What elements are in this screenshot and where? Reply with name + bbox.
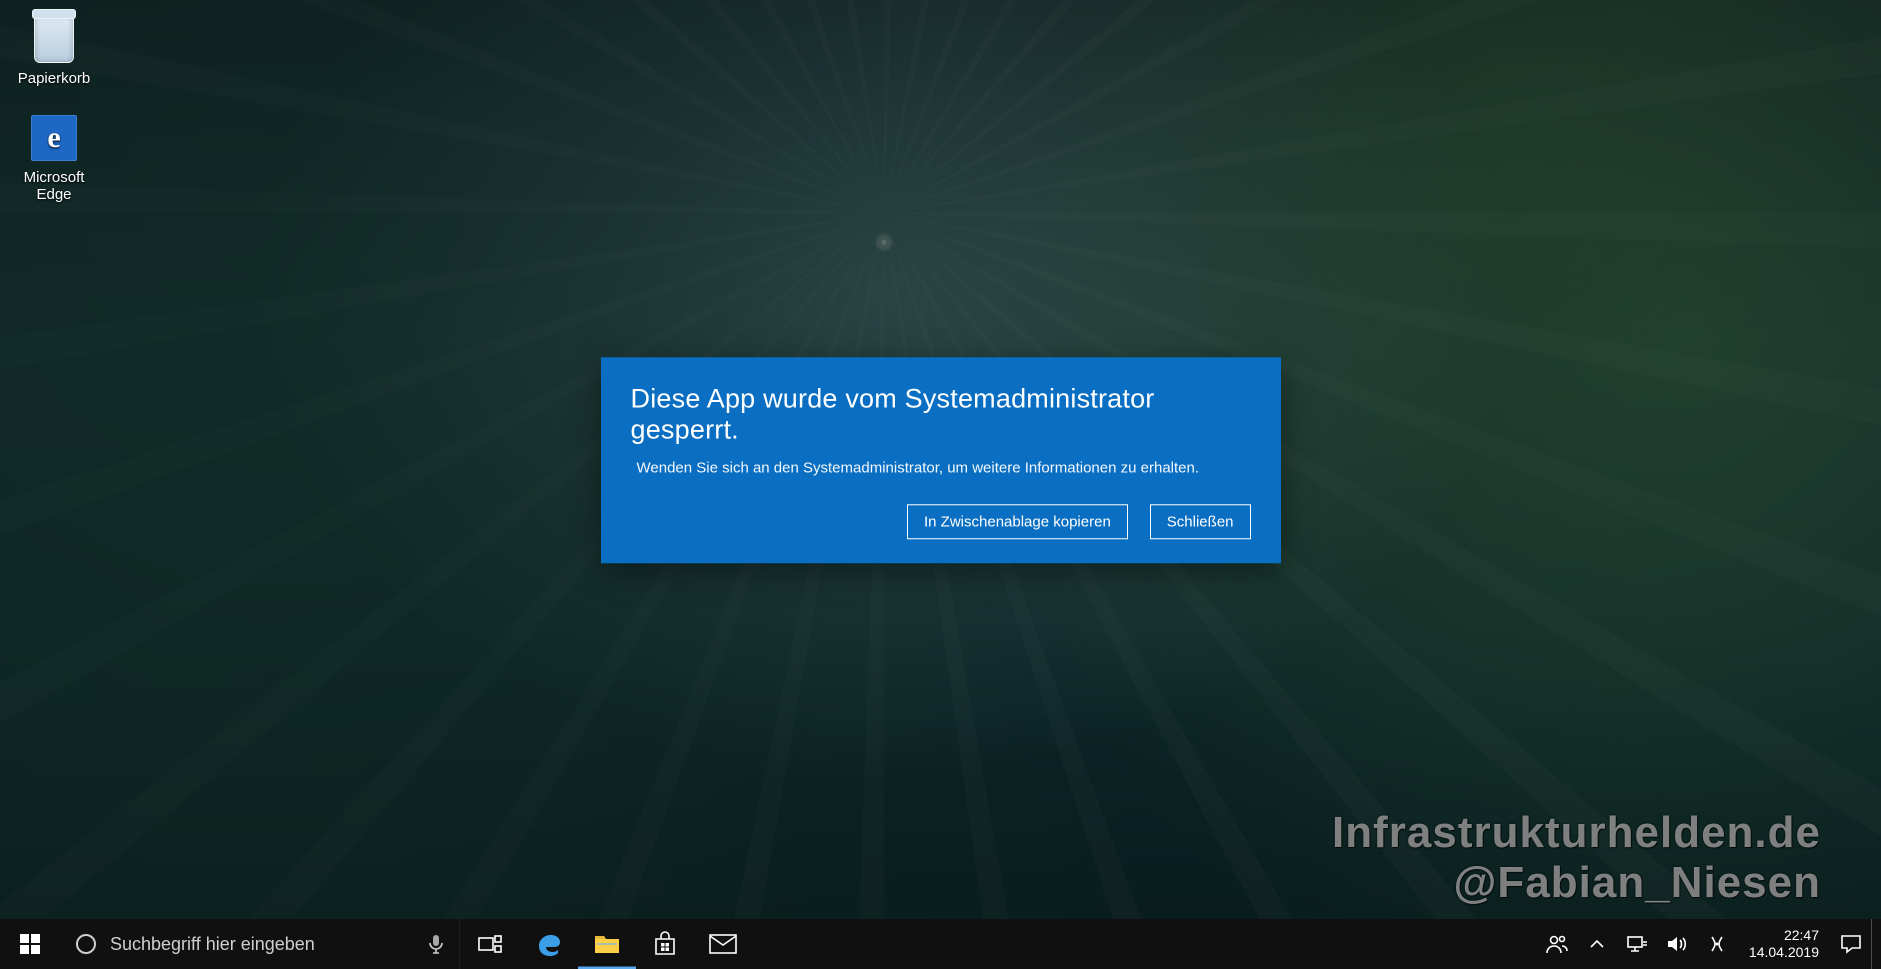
- notification-icon: [1840, 934, 1862, 954]
- tray-people[interactable]: [1537, 919, 1577, 969]
- taskbar-app-mail[interactable]: [694, 919, 752, 969]
- action-center-button[interactable]: [1831, 919, 1871, 969]
- taskbar: Suchbegriff hier eingeben: [0, 919, 1881, 969]
- clock-date: 14.04.2019: [1749, 944, 1819, 962]
- dialog-message: Wenden Sie sich an den Systemadministrat…: [631, 459, 1251, 476]
- clock-time: 22:47: [1784, 927, 1819, 945]
- show-desktop-button[interactable]: [1871, 919, 1881, 969]
- tray-volume[interactable]: [1657, 919, 1697, 969]
- tray-network[interactable]: [1617, 919, 1657, 969]
- folder-icon: [593, 932, 621, 956]
- accessibility-icon: [1706, 934, 1728, 954]
- copy-to-clipboard-button[interactable]: In Zwischenablage kopieren: [907, 504, 1128, 539]
- taskbar-app-store[interactable]: [636, 919, 694, 969]
- cortana-icon: [76, 934, 96, 954]
- microphone-icon: [429, 934, 443, 954]
- desktop-icon-label: Microsoft Edge: [8, 169, 100, 203]
- app-blocked-dialog: Diese App wurde vom Systemadministrator …: [601, 357, 1281, 563]
- edge-icon: e: [31, 115, 77, 161]
- desktop-icon-label: Papierkorb: [8, 70, 100, 87]
- recycle-bin-icon: [34, 15, 74, 63]
- people-icon: [1546, 934, 1568, 954]
- close-button[interactable]: Schließen: [1150, 504, 1251, 539]
- taskbar-app-edge[interactable]: [520, 919, 578, 969]
- edge-icon: [535, 930, 563, 958]
- desktop-icon-edge[interactable]: e Microsoft Edge: [6, 105, 102, 207]
- store-icon: [652, 931, 678, 957]
- mail-icon: [709, 934, 737, 954]
- tray-overflow[interactable]: [1577, 919, 1617, 969]
- taskbar-search[interactable]: Suchbegriff hier eingeben: [60, 919, 460, 969]
- task-view-button[interactable]: [460, 919, 520, 969]
- start-button[interactable]: [0, 919, 60, 969]
- search-placeholder: Suchbegriff hier eingeben: [110, 934, 315, 955]
- windows-logo-icon: [20, 934, 40, 954]
- dialog-title: Diese App wurde vom Systemadministrator …: [631, 383, 1251, 445]
- taskbar-app-file-explorer[interactable]: [578, 919, 636, 969]
- speaker-icon: [1666, 935, 1688, 953]
- chevron-up-icon: [1590, 939, 1604, 949]
- desktop-icon-recycle-bin[interactable]: Papierkorb: [6, 6, 102, 91]
- task-view-icon: [478, 935, 502, 953]
- network-icon: [1626, 935, 1648, 953]
- tray-ease-of-access[interactable]: [1697, 919, 1737, 969]
- taskbar-clock[interactable]: 22:47 14.04.2019: [1737, 927, 1831, 962]
